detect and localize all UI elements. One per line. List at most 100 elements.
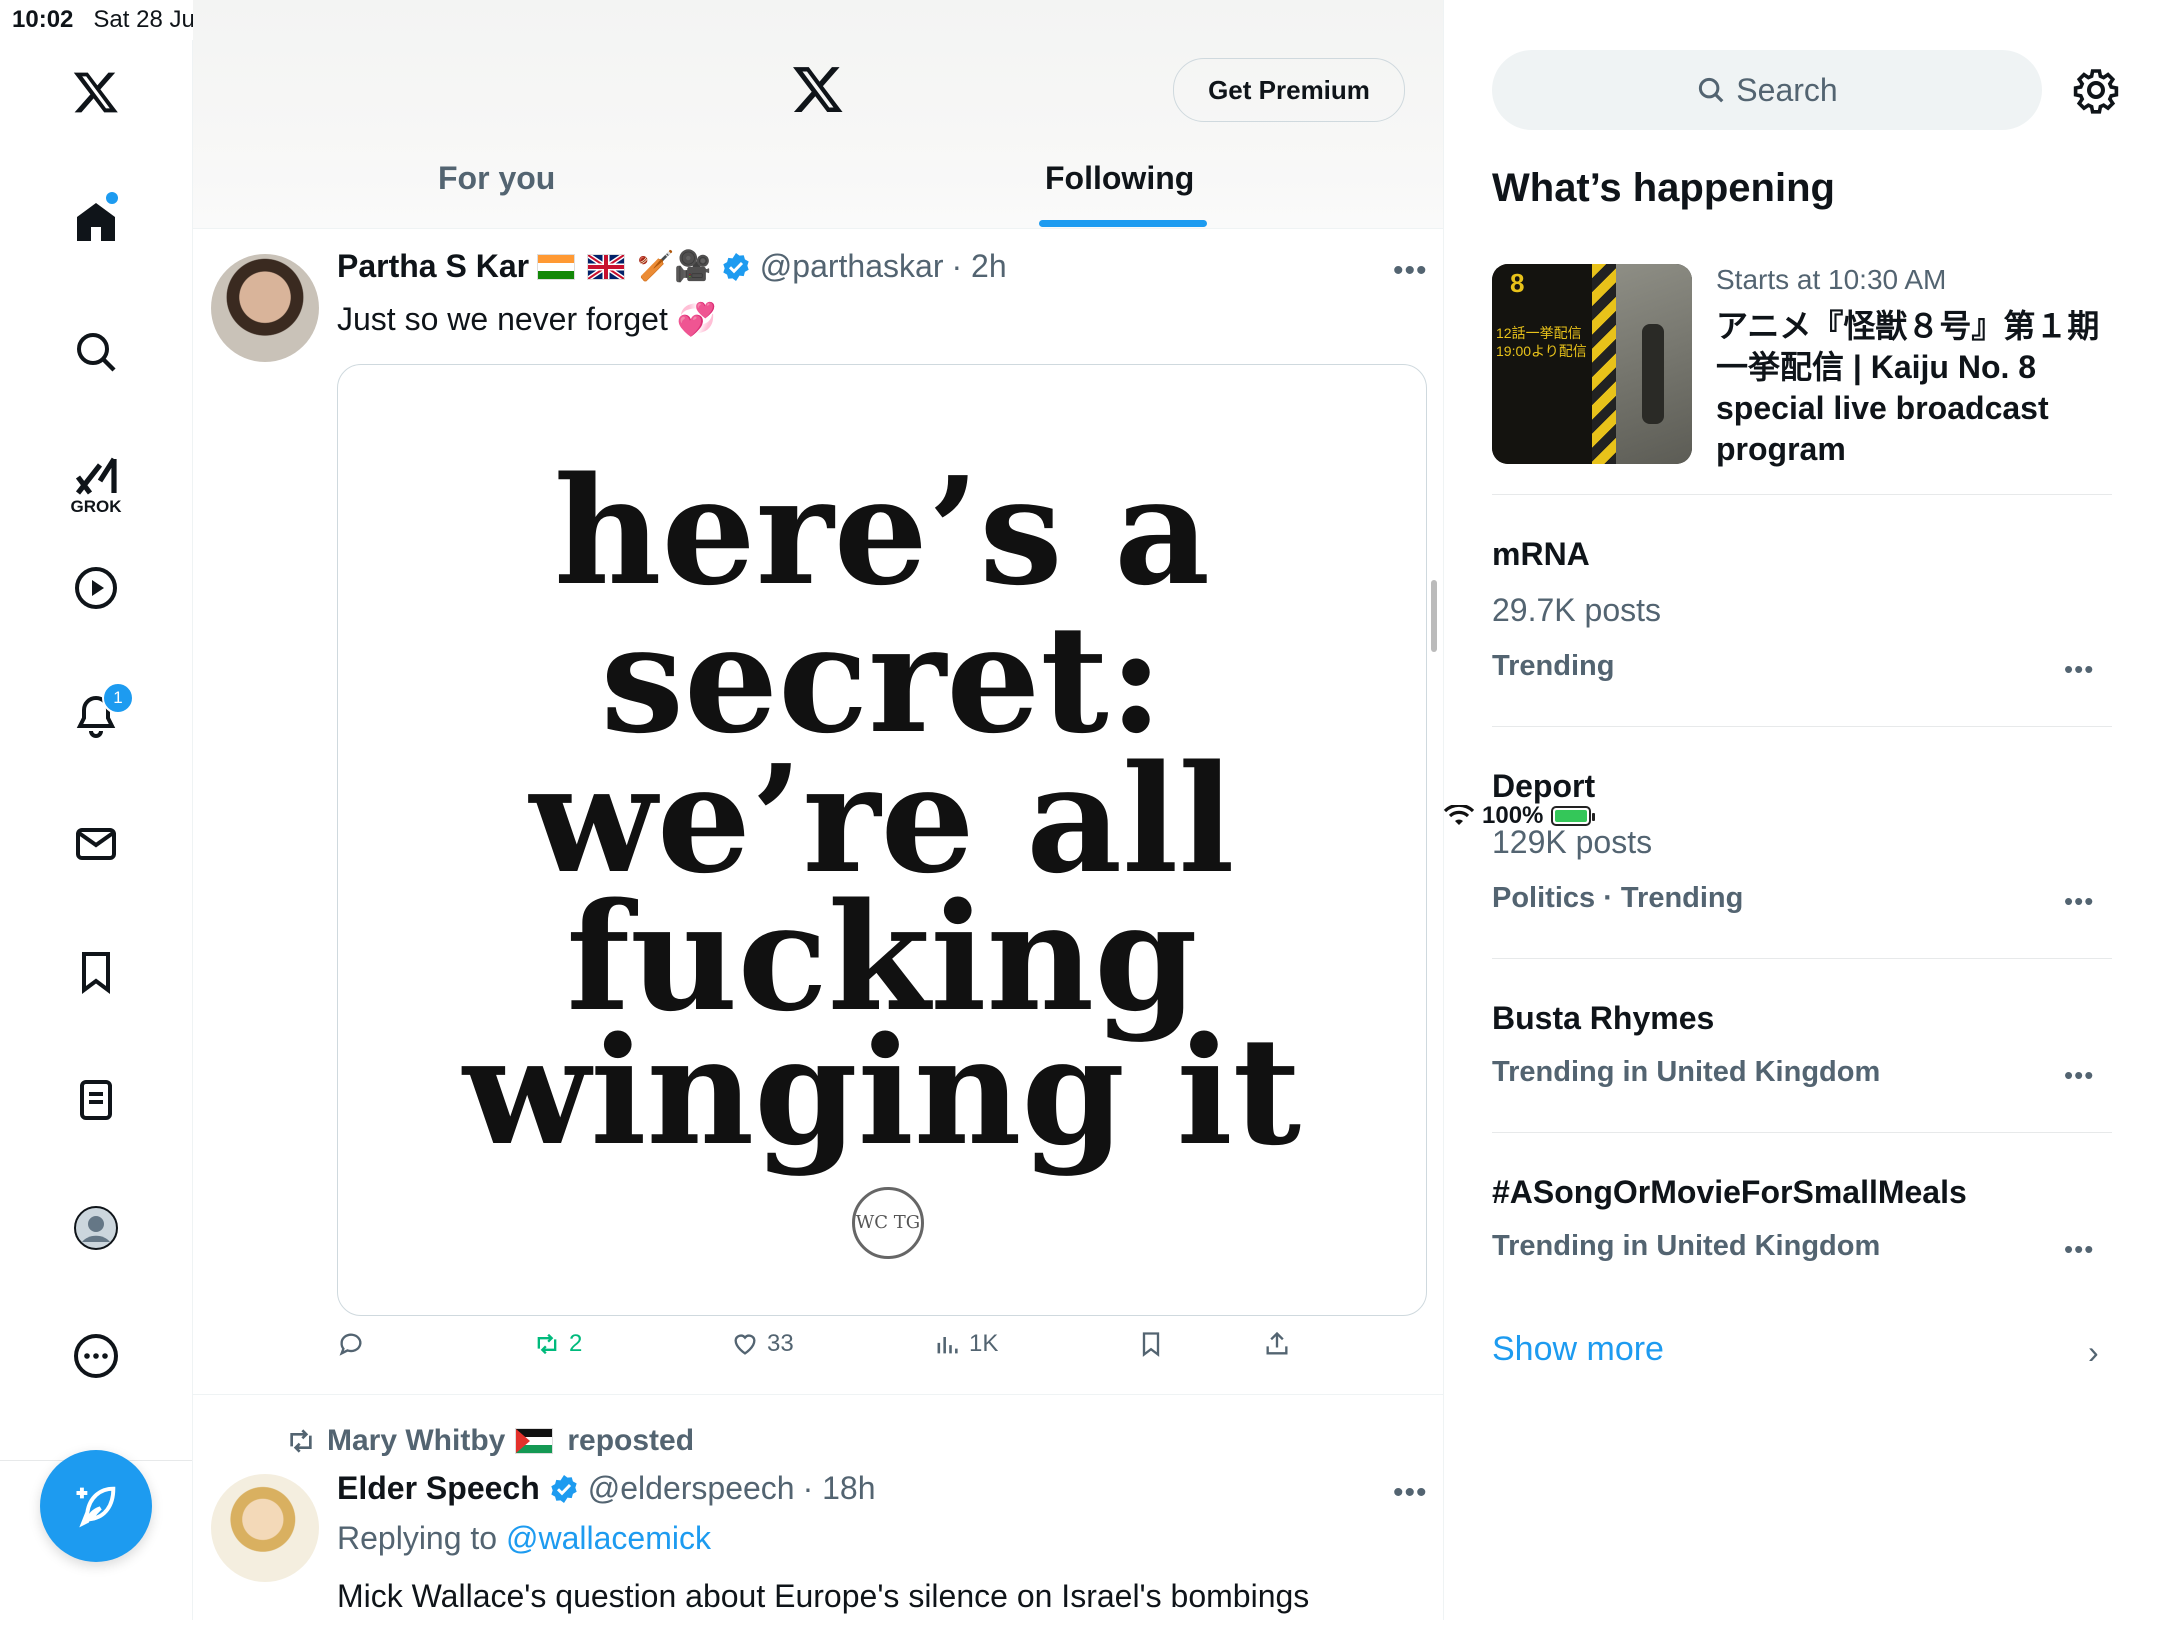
compose-feather-icon <box>76 1486 116 1528</box>
post-more-icon[interactable]: ••• <box>1393 254 1428 288</box>
video-icon[interactable] <box>66 558 126 618</box>
notifications-icon[interactable]: 1 <box>66 682 134 746</box>
search-input[interactable]: Search <box>1492 50 2042 130</box>
get-premium-button[interactable]: Get Premium <box>1173 58 1405 122</box>
verified-badge-icon <box>723 252 749 281</box>
like-button[interactable]: 33 <box>731 1330 794 1358</box>
lists-icon[interactable] <box>66 1070 126 1130</box>
featured-thumbnail[interactable]: 8 12話一挙配信 19:00より配信 <box>1492 264 1692 464</box>
post-author-emoji: 🏏🎥 <box>637 250 712 283</box>
reposted-label: reposted <box>567 1424 695 1457</box>
post-header: Elder Speech @elderspeech · 18h <box>337 1470 876 1507</box>
palestine-flag-icon <box>515 1428 554 1454</box>
reposted-by-name[interactable]: Mary Whitby <box>327 1424 505 1458</box>
image-watermark-stamp: WC TG <box>852 1187 924 1259</box>
post-divider <box>193 1394 1443 1395</box>
like-count: 33 <box>767 1330 794 1357</box>
home-unread-dot <box>106 192 118 204</box>
trend-post-count: 129K posts <box>1492 824 1653 860</box>
settings-gear-icon[interactable] <box>2072 66 2120 114</box>
repost-icon <box>537 1333 557 1355</box>
heart-icon <box>734 1334 756 1355</box>
search-icon <box>1699 77 1724 103</box>
compose-post-button[interactable] <box>40 1450 152 1562</box>
tabs-divider <box>193 228 1443 229</box>
trend-category: Politics · Trending <box>1492 882 1744 914</box>
trend-title[interactable]: #ASongOrMovieForSmallMeals <box>1492 1174 1967 1211</box>
left-nav: GROK 1 <box>0 40 193 1620</box>
trend-more-icon[interactable]: ••• <box>2064 886 2094 917</box>
post-author-handle[interactable]: @parthaskar <box>760 248 944 285</box>
reply-icon <box>339 1333 362 1356</box>
post-header: Partha S Kar 🏏🎥 @parthaskar · 2h <box>337 248 1007 285</box>
post-more-icon[interactable]: ••• <box>1393 1476 1428 1510</box>
repost-count: 2 <box>569 1330 583 1357</box>
status-time: 10:02 <box>12 6 74 33</box>
repost-context: Mary Whitby reposted <box>285 1424 694 1458</box>
trend-title[interactable]: mRNA <box>1492 536 1590 573</box>
views-count: 1K <box>969 1330 999 1357</box>
thumb-caption: 19:00より配信 <box>1496 343 1587 360</box>
verified-badge-icon <box>551 1474 577 1503</box>
views-button[interactable]: 1K <box>933 1330 998 1358</box>
featured-title[interactable]: アニメ『怪獣８号』第１期一挙配信 | Kaiju No. 8 special l… <box>1716 306 2116 470</box>
grok-icon <box>75 457 117 495</box>
share-button[interactable] <box>1263 1330 1291 1358</box>
search-placeholder: Search <box>1736 71 1838 108</box>
trend-title[interactable]: Busta Rhymes <box>1492 1000 1714 1037</box>
right-sidebar: Search What’s happening 8 12話一挙配信 19:00よ… <box>1444 0 2160 1620</box>
avatar[interactable] <box>211 1474 319 1582</box>
repost-context-icon <box>290 1429 312 1453</box>
trend-divider <box>1492 1132 2112 1133</box>
replying-to-label: Replying to <box>337 1520 498 1556</box>
image-text-line: winging it <box>462 1004 1302 1178</box>
timeline-column: Get Premium For you Following Partha S K… <box>193 0 1444 1620</box>
india-flag-icon <box>537 253 576 280</box>
active-tab-indicator <box>1039 220 1207 227</box>
post-time[interactable]: · 2h <box>951 248 1006 285</box>
trend-divider <box>1492 726 2112 727</box>
bookmarks-icon[interactable] <box>66 942 126 1002</box>
messages-icon[interactable] <box>66 814 126 874</box>
trend-more-icon[interactable]: ••• <box>2064 654 2094 685</box>
share-icon <box>1266 1331 1288 1355</box>
trend-more-icon[interactable]: ••• <box>2064 1234 2094 1265</box>
trend-category: Trending <box>1492 650 1615 682</box>
replying-to-handle[interactable]: @wallacemick <box>506 1520 711 1556</box>
bookmark-button[interactable] <box>1137 1330 1165 1358</box>
trend-more-icon[interactable]: ••• <box>2064 1060 2094 1091</box>
search-icon[interactable] <box>66 322 126 382</box>
reply-button[interactable] <box>337 1330 365 1358</box>
trend-category: Trending in United Kingdom <box>1492 1056 1881 1088</box>
grok-nav[interactable]: GROK <box>66 440 126 530</box>
trend-category: Trending in United Kingdom <box>1492 1230 1881 1262</box>
tab-following[interactable]: Following <box>1045 160 1194 197</box>
tab-for-you[interactable]: For you <box>438 160 555 197</box>
thumb-caption: 12話一挙配信 <box>1496 325 1582 341</box>
grok-label: GROK <box>70 497 122 516</box>
post-image[interactable]: here’s a secret: we’re all fucking wingi… <box>337 364 1427 1316</box>
show-more-link[interactable]: Show more <box>1492 1330 1664 1369</box>
post-author-name[interactable]: Partha S Kar <box>337 248 529 285</box>
image-text-line: here’s a <box>553 444 1211 618</box>
home-icon[interactable] <box>66 192 126 252</box>
chevron-right-icon[interactable]: › <box>2088 1334 2099 1371</box>
trend-divider <box>1492 494 2112 495</box>
trend-title[interactable]: Deport <box>1492 768 1595 805</box>
post-time[interactable]: · 18h <box>803 1470 876 1507</box>
bookmark-icon <box>1142 1332 1160 1357</box>
post-author-handle[interactable]: @elderspeech <box>588 1470 795 1507</box>
profile-icon[interactable] <box>66 1198 126 1258</box>
repost-button[interactable]: 2 <box>533 1330 582 1358</box>
x-logo-icon[interactable] <box>66 62 126 122</box>
post-author-name[interactable]: Elder Speech <box>337 1470 540 1507</box>
notifications-badge: 1 <box>102 682 134 714</box>
trend-divider <box>1492 958 2112 959</box>
x-header-logo-icon[interactable] <box>791 62 845 121</box>
uk-flag-icon <box>587 253 626 280</box>
scrollbar[interactable] <box>1431 580 1437 652</box>
avatar[interactable] <box>211 254 319 362</box>
whats-happening-heading: What’s happening <box>1492 166 1835 210</box>
more-options-icon[interactable] <box>66 1326 126 1386</box>
replying-to-line: Replying to @wallacemick <box>337 1520 711 1557</box>
